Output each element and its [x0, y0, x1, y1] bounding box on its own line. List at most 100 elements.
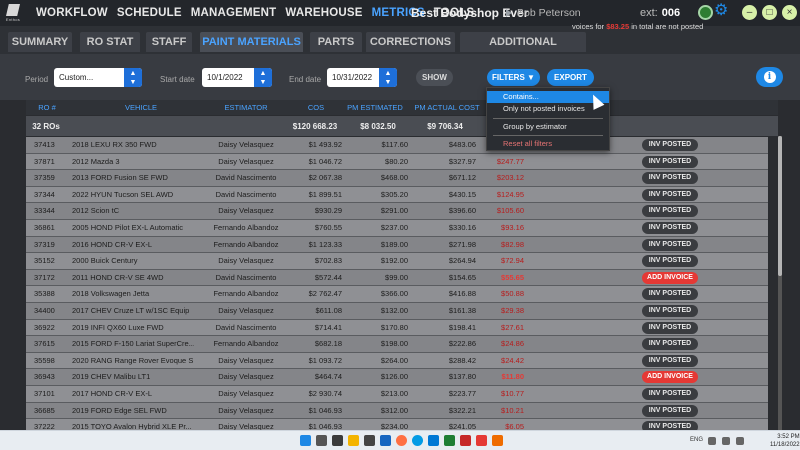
nav-item-management[interactable]: MANAGEMENT	[191, 7, 277, 19]
add-invoice-button[interactable]: ADD INVOICE	[642, 271, 698, 284]
cell-difference: $93.16	[501, 222, 524, 232]
tab-ro-stat[interactable]: RO STAT	[80, 32, 140, 52]
menu-item-reset-filters[interactable]: Reset all filters	[487, 138, 609, 150]
filters-button[interactable]: FILTERS ▼	[487, 69, 540, 86]
inv-posted-badge: INV POSTED	[642, 404, 698, 417]
table-header: RO # VEHICLE ESTIMATOR COS PM ESTIMATED …	[26, 100, 778, 115]
close-button[interactable]: ×	[782, 5, 797, 20]
telegram-icon[interactable]	[412, 435, 423, 446]
table-row[interactable]: 35388 2018 Volkswagen Jetta Fernando Alban…	[26, 286, 768, 303]
settings-icon[interactable]	[364, 435, 375, 446]
end-date-value: 10/31/2022	[332, 73, 373, 82]
table-row[interactable]: 36685 2019 FORD Edge SEL FWD Daisy Velasqu…	[26, 402, 768, 420]
gear-icon[interactable]: ⚙	[714, 3, 729, 19]
table-row[interactable]: 35152 2000 Buick Century Daisy Velasquez $7…	[26, 253, 768, 270]
battery-icon[interactable]	[736, 437, 744, 445]
nav-item-schedule[interactable]: SCHEDULE	[117, 7, 182, 19]
end-date-label: End date	[289, 75, 322, 84]
cell-difference: $27.61	[501, 322, 524, 332]
volume-icon[interactable]	[722, 437, 730, 445]
cell-difference: $247.77	[496, 156, 524, 166]
app-logo[interactable]: Enthos	[0, 0, 26, 26]
col-pm-estimated[interactable]: PM ESTIMATED	[344, 103, 406, 112]
outlook-icon[interactable]	[428, 435, 439, 446]
app-icon[interactable]	[492, 435, 503, 446]
table-row[interactable]: 37172 2011 HOND CR-V SE 4WD David Nascimen…	[26, 269, 768, 287]
table-row[interactable]: 33344 2012 Scion tC Daisy Velasquez $930.29…	[26, 203, 768, 220]
table-row[interactable]: 37871 2012 Mazda 3 Daisy Velasquez $1 046.7…	[26, 153, 768, 171]
cell-cos: $1 046.72	[308, 156, 342, 166]
cell-difference: $72.94	[501, 256, 524, 266]
nav-item-workflow[interactable]: WORKFLOW	[36, 7, 108, 19]
tab-parts[interactable]: PARTS	[310, 32, 362, 52]
app-icon[interactable]	[460, 435, 471, 446]
table-row[interactable]: 37344 2022 HYUN Tucson SEL AWD David Nasci…	[26, 186, 768, 204]
user-info[interactable]: Bob Peterson	[506, 7, 581, 19]
cell-cos: $611.08	[315, 305, 342, 315]
cell-cos: $464.74	[314, 372, 342, 382]
table-row[interactable]: 36943 2019 CHEV Malibu LT1 Daisy Velasquez…	[26, 369, 768, 386]
search-icon[interactable]	[316, 435, 327, 446]
table-row[interactable]: 36861 2005 HOND Pilot EX-L Automatic Ferna…	[26, 219, 768, 237]
menu-item-group-by-estimator[interactable]: Group by estimator	[487, 121, 609, 133]
cell-pm-estimated: $234.00	[380, 422, 408, 430]
enthos-app-icon[interactable]	[380, 435, 391, 446]
cell-vehicle: 2018 LEXU RX 350 FWD	[72, 140, 157, 149]
language-indicator[interactable]: ENG	[690, 437, 703, 443]
task-view-icon[interactable]	[332, 435, 343, 446]
info-button[interactable]: i	[756, 67, 783, 87]
start-icon[interactable]	[300, 435, 311, 446]
col-vehicle[interactable]: VEHICLE	[106, 103, 176, 112]
app-icon[interactable]	[476, 435, 487, 446]
col-ro[interactable]: RO #	[32, 103, 62, 112]
logo-brand-text: Enthos	[5, 17, 21, 22]
table-row[interactable]: 36922 2019 INFI QX60 Luxe FWD David Nascim…	[26, 319, 768, 337]
cell-pm-estimated: $291.00	[380, 206, 408, 216]
table-row[interactable]: 37101 2017 HOND CR-V EX-L Daisy Velasquez $…	[26, 385, 768, 403]
period-select[interactable]: Custom... ▲ ▼	[54, 68, 142, 87]
col-cos[interactable]: COS	[296, 103, 336, 112]
table-row[interactable]: 37615 2015 FORD F-150 Lariat SuperCre... F…	[26, 336, 768, 353]
file-explorer-icon[interactable]	[348, 435, 359, 446]
cell-pm-actual: $322.21	[448, 405, 476, 415]
col-pm-actual[interactable]: PM ACTUAL COST	[412, 103, 482, 112]
table-row[interactable]: 35598 2020 RANG Range Rover Evoque S... Da…	[26, 352, 768, 370]
play-icon	[506, 9, 512, 17]
excel-icon[interactable]	[444, 435, 455, 446]
table-row[interactable]: 37359 2013 FORD Fusion SE FWD David Nascim…	[26, 170, 768, 187]
add-invoice-button[interactable]: ADD INVOICE	[642, 371, 698, 384]
period-label: Period	[25, 75, 49, 84]
user-name: Bob Peterson	[517, 7, 581, 19]
cell-ro: 36943	[34, 372, 55, 382]
tab-paint-materials[interactable]: PAINT MATERIALS	[200, 32, 303, 52]
firefox-icon[interactable]	[396, 435, 407, 446]
cell-pm-estimated: $237.00	[380, 222, 408, 232]
tab-summary[interactable]: SUMMARY	[8, 32, 72, 52]
export-button[interactable]: EXPORT	[547, 69, 594, 86]
tab-corrections[interactable]: CORRECTIONS	[366, 32, 455, 52]
table-scrollbar[interactable]	[778, 136, 782, 430]
scroll-thumb[interactable]	[778, 136, 782, 276]
cell-ro: 37871	[34, 156, 55, 166]
tab-staff[interactable]: STAFF	[146, 32, 192, 52]
clock[interactable]: 3:52 PM 11/18/2022	[770, 433, 800, 449]
wifi-icon[interactable]	[708, 437, 716, 445]
table-row[interactable]: 34400 2017 CHEV Cruze LT w/1SC Equip Daisy…	[26, 302, 768, 320]
table-row[interactable]: 37319 2016 HOND CR-V EX-L Fernando Albando…	[26, 236, 768, 254]
cell-pm-estimated: $189.00	[380, 239, 408, 249]
inv-posted-badge: INV POSTED	[642, 288, 698, 301]
table-row[interactable]: 37413 2018 LEXU RX 350 FWD Daisy Velasquez…	[26, 137, 768, 154]
status-icon[interactable]	[698, 5, 713, 20]
end-date-field[interactable]: 10/31/2022 ▲ ▼	[327, 68, 397, 87]
start-date-field[interactable]: 10/1/2022 ▲ ▼	[202, 68, 272, 87]
inv-posted-badge: INV POSTED	[642, 221, 698, 234]
minimize-button[interactable]: –	[742, 5, 757, 20]
nav-item-warehouse[interactable]: WAREHOUSE	[285, 7, 362, 19]
maximize-button[interactable]: □	[762, 5, 777, 20]
col-estimator[interactable]: ESTIMATOR	[206, 103, 286, 112]
cell-pm-actual: $161.38	[448, 305, 476, 315]
table-row[interactable]: 37222 2015 TOYO Avalon Hybrid XLE Pr... Da…	[26, 419, 768, 430]
show-button[interactable]: SHOW	[416, 69, 453, 86]
tab-additional-services[interactable]: ADDITIONAL SERVICES	[460, 32, 586, 68]
cell-pm-actual: $198.41	[448, 322, 476, 332]
